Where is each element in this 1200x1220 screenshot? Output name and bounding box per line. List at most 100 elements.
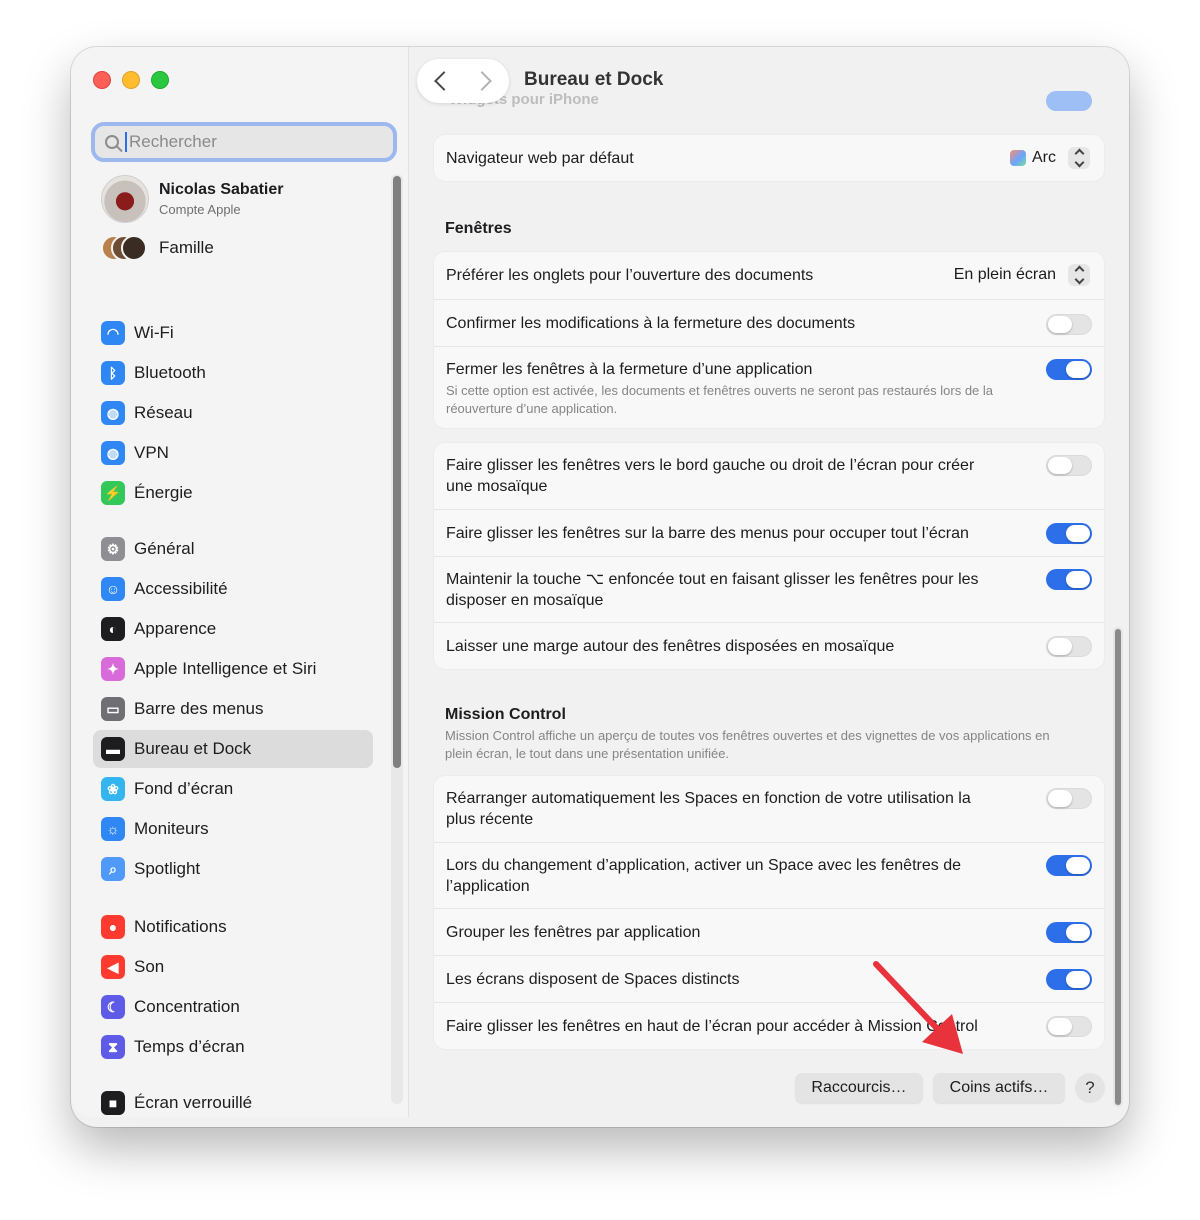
option-tile-toggle[interactable] <box>1046 569 1092 590</box>
accessibility-icon: ☺ <box>101 577 125 601</box>
back-chevron-icon[interactable] <box>434 71 454 91</box>
switch-space-toggle[interactable] <box>1046 855 1092 876</box>
shortcuts-button[interactable]: Raccourcis… <box>795 1073 923 1103</box>
close-window-button[interactable] <box>93 71 111 89</box>
vpn-globe-icon: ◍ <box>101 441 125 465</box>
zoom-window-button[interactable] <box>151 71 169 89</box>
sidebar-item-label: Moniteurs <box>134 819 209 838</box>
search-icon <box>105 135 119 149</box>
avatar <box>101 175 149 223</box>
sidebar-item-bell[interactable]: ● Notifications <box>93 908 373 946</box>
sidebar-item-label: Énergie <box>134 483 193 502</box>
bell-icon: ● <box>101 915 125 939</box>
speaker-icon: ◀ <box>101 955 125 979</box>
default-browser-popup[interactable]: Arc <box>1010 147 1090 169</box>
sidebar-item-lock[interactable]: ■ Écran verrouillé <box>93 1084 373 1122</box>
windows-card: Préférer les onglets pour l’ouverture de… <box>433 251 1105 429</box>
sidebar-item-hand[interactable]: ✋Confidentialité et sécurité <box>93 1124 373 1127</box>
tile-edge-row: Faire glisser les fenêtres vers le bord … <box>434 443 1104 509</box>
lock-icon: ■ <box>101 1091 125 1115</box>
page-title: Bureau et Dock <box>524 69 664 90</box>
sidebar-item-label: VPN <box>134 443 169 462</box>
sidebar-item-siri[interactable]: ✦ Apple Intelligence et Siri <box>93 650 373 688</box>
close-windows-description: Si cette option est activée, les documen… <box>446 383 994 416</box>
sidebar-item-spotlight-magnifier[interactable]: ⌕ Spotlight <box>93 850 373 888</box>
mission-control-card: Réarranger automatiquement les Spaces en… <box>433 775 1105 1050</box>
sidebar-item-menubar[interactable]: ▭ Barre des menus <box>93 690 373 728</box>
default-browser-row: Navigateur web par défaut Arc <box>434 135 1104 181</box>
tile-margin-row: Laisser une marge autour des fenêtres di… <box>434 622 1104 669</box>
display-sun-icon: ☼ <box>101 817 125 841</box>
bluetooth-icon: ᛒ <box>101 361 125 385</box>
network-globe-icon: ◍ <box>101 401 125 425</box>
sidebar-scrollbar[interactable] <box>391 174 403 1104</box>
sidebar-item-moon[interactable]: ☾ Concentration <box>93 988 373 1026</box>
separate-spaces-toggle[interactable] <box>1046 969 1092 990</box>
sidebar-item-accessibility[interactable]: ☺ Accessibilité <box>93 570 373 608</box>
option-tile-row: Maintenir la touche ⌥ enfoncée tout en f… <box>434 556 1104 622</box>
confirm-changes-toggle[interactable] <box>1046 314 1092 335</box>
dock-icon: ▬ <box>101 737 125 761</box>
sidebar-item-battery-bolt[interactable]: ⚡ Énergie <box>93 474 373 512</box>
sidebar-item-dock[interactable]: ▬ Bureau et Dock <box>93 730 373 768</box>
sidebar-item-label: Spotlight <box>134 859 201 878</box>
scrolled-row-toggle[interactable] <box>1046 91 1092 111</box>
sidebar-item-appearance[interactable]: ◐ Apparence <box>93 610 373 648</box>
default-browser-card: Navigateur web par défaut Arc <box>433 134 1105 182</box>
sidebar-item-vpn-globe[interactable]: ◍ VPN <box>93 434 373 472</box>
switch-space-row: Lors du changement d’application, active… <box>434 842 1104 908</box>
section-title-mission-control: Mission Control <box>445 706 566 723</box>
tile-edge-toggle[interactable] <box>1046 455 1092 476</box>
sidebar-scrollbar-thumb[interactable] <box>393 176 401 768</box>
sidebar-item-label: Fond d’écran <box>134 779 234 798</box>
rearrange-spaces-toggle[interactable] <box>1046 788 1092 809</box>
hourglass-icon: ⧗ <box>101 1035 125 1059</box>
separate-spaces-label: Les écrans disposent de Spaces distincts <box>446 971 740 988</box>
sidebar-item-wifi[interactable]: ◠ Wi-Fi <box>93 314 373 352</box>
history-navigation <box>417 59 509 103</box>
sidebar-item-label: Son <box>134 957 165 976</box>
group-windows-toggle[interactable] <box>1046 922 1092 943</box>
mission-control-description: Mission Control affiche un aperçu de tou… <box>445 728 1050 761</box>
drag-mission-control-toggle[interactable] <box>1046 1016 1092 1037</box>
sidebar-item-label: Accessibilité <box>134 579 228 598</box>
separate-spaces-row: Les écrans disposent de Spaces distincts <box>434 955 1104 1002</box>
sidebar-item-speaker[interactable]: ◀ Son <box>93 948 373 986</box>
hot-corners-button[interactable]: Coins actifs… <box>933 1073 1065 1103</box>
sidebar-item-network-globe[interactable]: ◍ Réseau <box>93 394 373 432</box>
help-button[interactable]: ? <box>1075 1073 1105 1103</box>
rearrange-spaces-label: Réarranger automatiquement les Spaces en… <box>446 790 971 828</box>
tiling-card: Faire glisser les fenêtres vers le bord … <box>433 442 1105 670</box>
forward-chevron-icon[interactable] <box>472 71 492 91</box>
popup-stepper-icon <box>1068 147 1090 169</box>
minimize-window-button[interactable] <box>122 71 140 89</box>
tile-edge-label: Faire glisser les fenêtres vers le bord … <box>446 457 975 495</box>
tile-margin-toggle[interactable] <box>1046 636 1092 657</box>
close-windows-row: Fermer les fenêtres à la fermeture d’une… <box>434 346 1104 428</box>
sidebar-item-display-sun[interactable]: ☼ Moniteurs <box>93 810 373 848</box>
search-field[interactable]: Rechercher <box>91 122 397 162</box>
sidebar-item-label: Apparence <box>134 619 217 638</box>
family-item[interactable]: Famille <box>101 235 214 261</box>
fill-screen-toggle[interactable] <box>1046 523 1092 544</box>
default-browser-label: Navigateur web par défaut <box>446 150 634 167</box>
siri-icon: ✦ <box>101 657 125 681</box>
sidebar-item-wallpaper-flower[interactable]: ❀ Fond d’écran <box>93 770 373 808</box>
sidebar-item-label: Général <box>134 539 195 558</box>
sidebar-item-hourglass[interactable]: ⧗ Temps d’écran <box>93 1028 373 1066</box>
content-scrollbar[interactable] <box>1113 627 1123 1107</box>
sidebar-item-label: Écran verrouillé <box>134 1093 253 1112</box>
prefer-tabs-row: Préférer les onglets pour l’ouverture de… <box>434 252 1104 299</box>
sidebar-item-label: Réseau <box>134 403 193 422</box>
sidebar-item-bluetooth[interactable]: ᛒ Bluetooth <box>93 354 373 392</box>
content-scrollbar-thumb[interactable] <box>1115 629 1121 1105</box>
sidebar-item-label: Temps d’écran <box>134 1037 245 1056</box>
sidebar-item-gear[interactable]: ⚙ Général <box>93 530 373 568</box>
prefer-tabs-popup[interactable]: En plein écran <box>954 264 1090 286</box>
spotlight-magnifier-icon: ⌕ <box>101 857 125 881</box>
apple-account-item[interactable]: Nicolas Sabatier Compte Apple <box>101 175 284 223</box>
close-windows-toggle[interactable] <box>1046 359 1092 380</box>
family-label: Famille <box>159 238 214 257</box>
drag-mission-control-label: Faire glisser les fenêtres en haut de l’… <box>446 1018 978 1035</box>
arc-app-icon <box>1010 150 1026 166</box>
